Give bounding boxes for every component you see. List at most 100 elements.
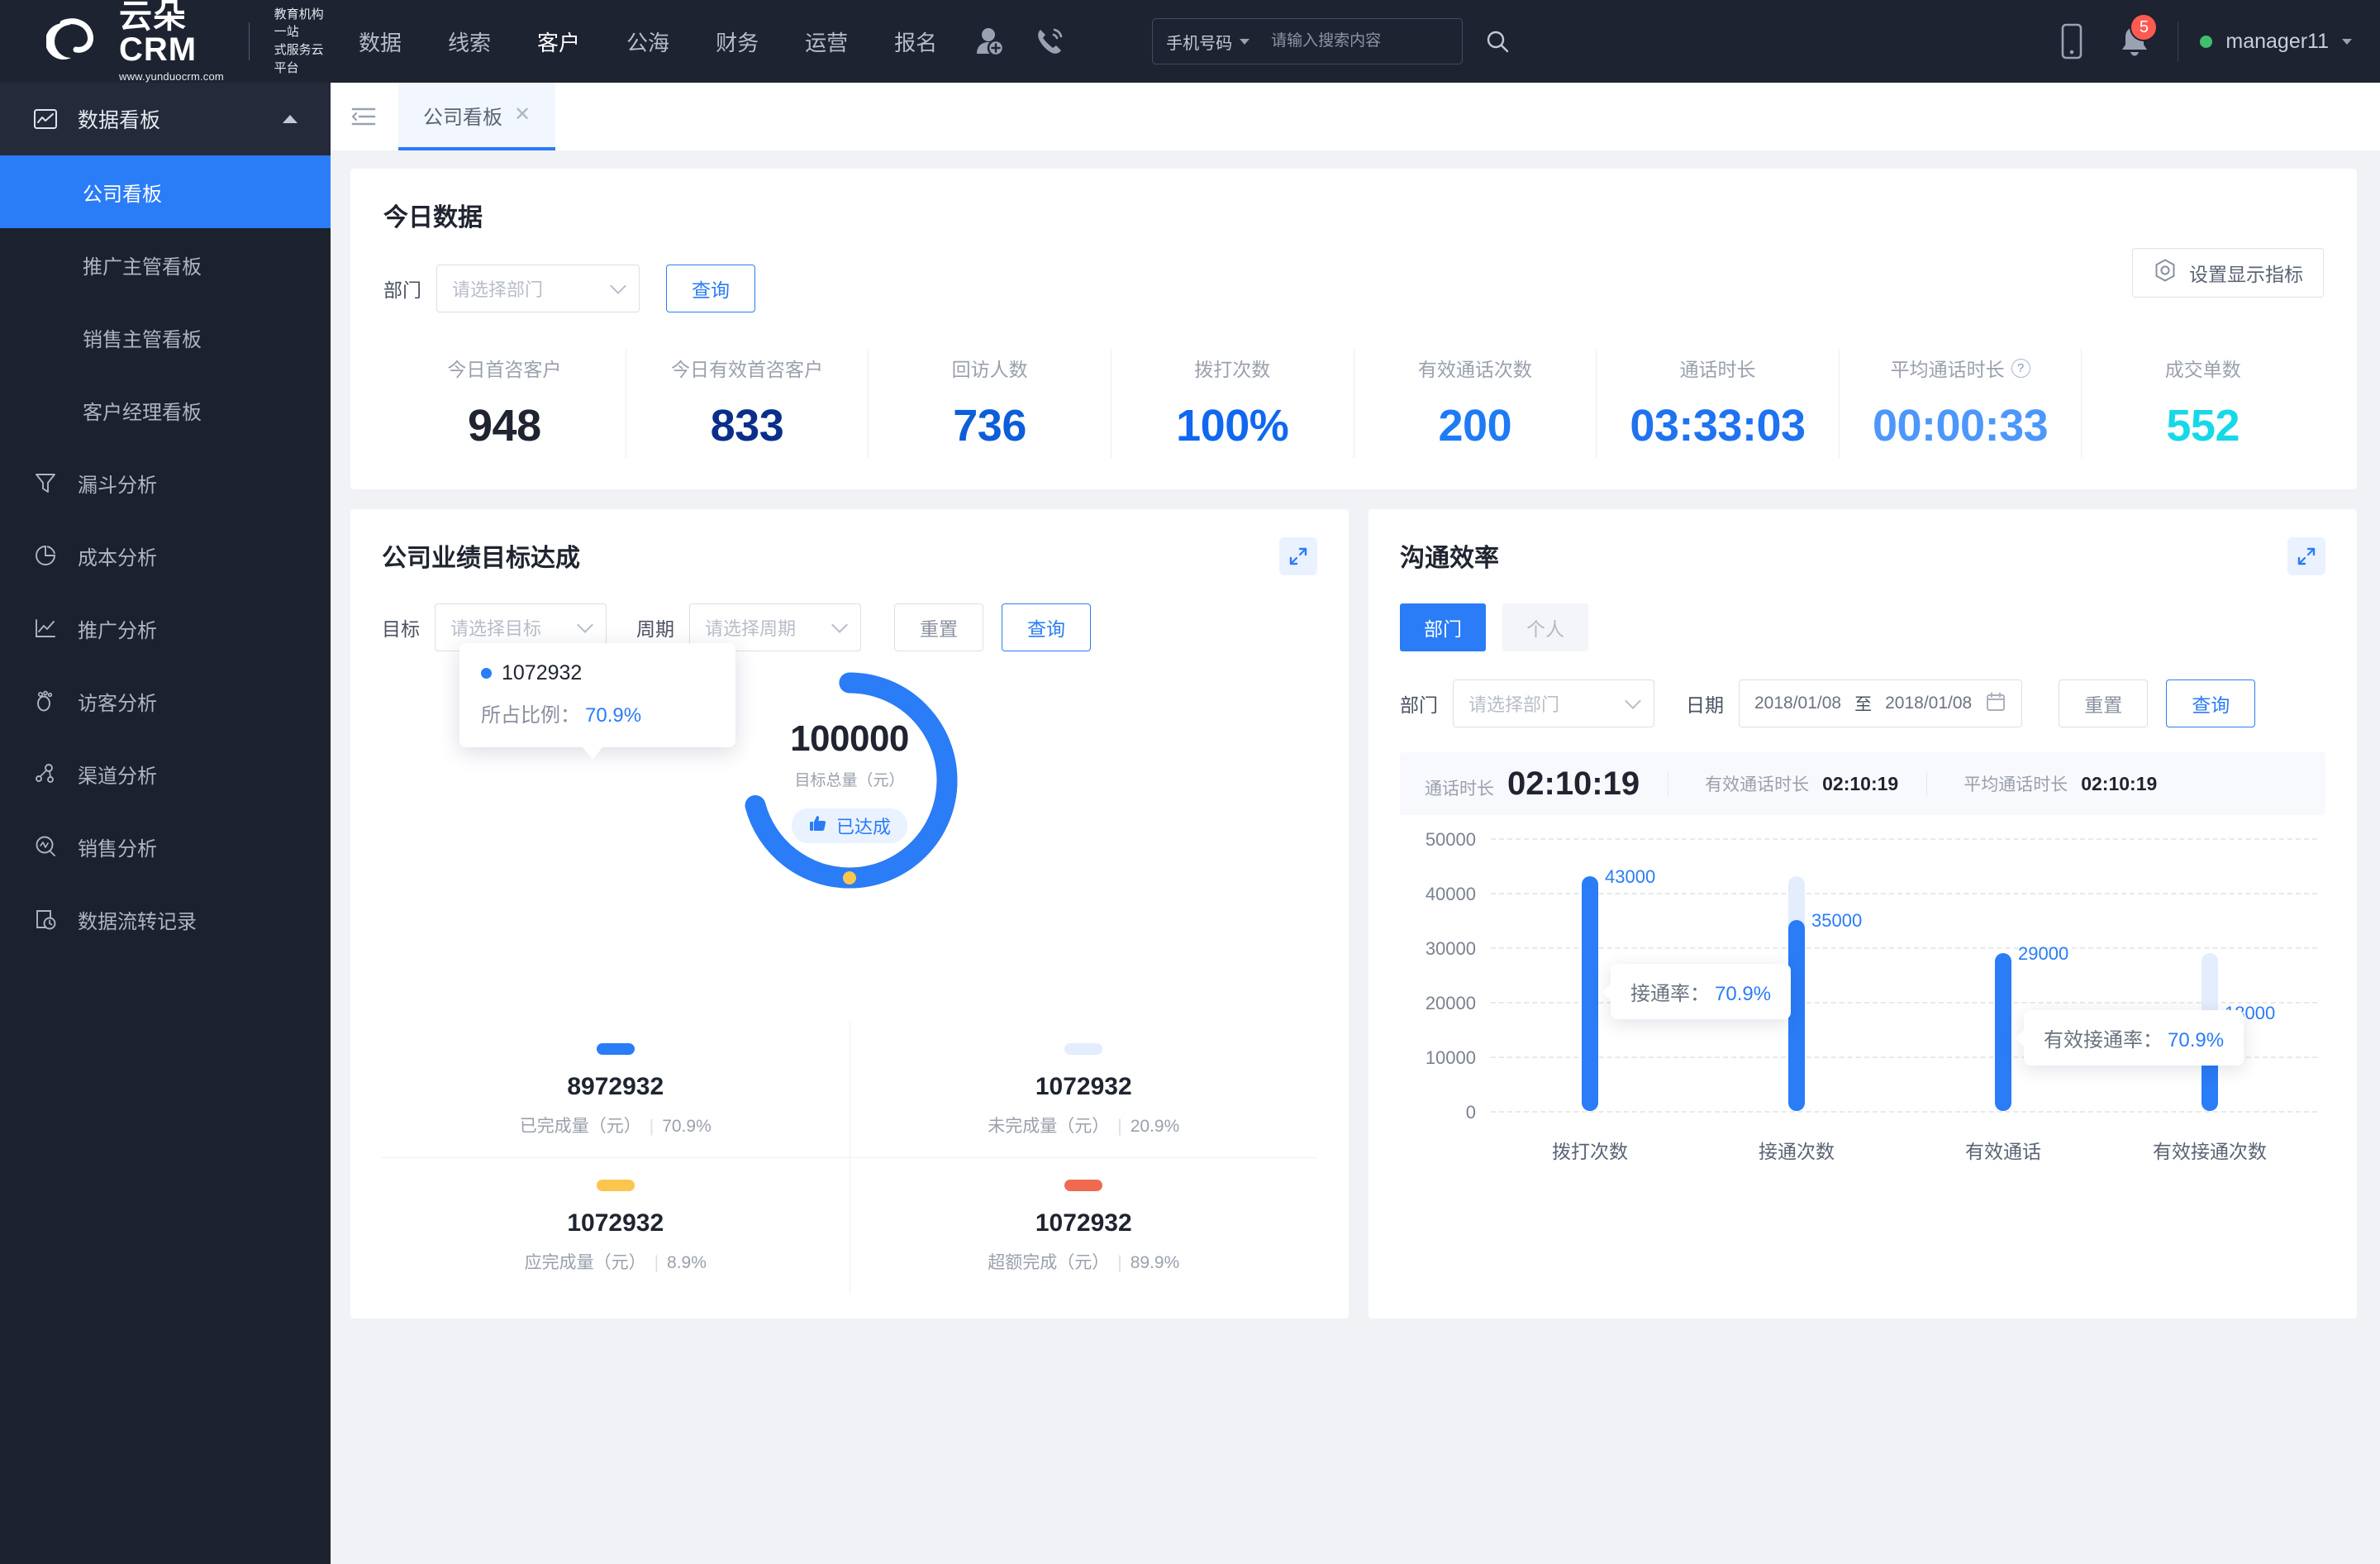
chevron-down-icon [1240,38,1250,45]
bar-value-label: 43000 [1605,866,1656,887]
sidebar-group-dashboard[interactable]: 数据看板 [0,83,331,155]
kpi-label: 通话时长 [1679,359,1756,380]
kpi-value: 833 [710,401,784,451]
notification-badge: 5 [2130,13,2159,41]
tab-company-board[interactable]: 公司看板 ✕ [398,83,556,150]
chevron-down-icon [831,617,848,633]
panels-row: 公司业绩目标达成 目标 请选择目标 周期 请选择周期 重置 查询 100000 … [350,509,2357,1318]
brand-url: www.yunduocrm.com [119,70,224,83]
legend-color-swatch [596,1043,635,1055]
collapse-menu-icon[interactable] [339,83,388,150]
period-select-value: 请选择周期 [705,618,797,639]
mobile-phone-icon[interactable] [2040,0,2103,83]
kpi-label: 今日有效首咨客户 [670,359,823,380]
date-range-picker[interactable]: 2018/01/08 至 2018/01/08 [1739,679,2023,727]
date-end-value: 2018/01/08 [1885,694,1973,713]
reset-button[interactable]: 重置 [2059,679,2149,727]
goal-total-value: 100000 [790,718,909,759]
online-status-dot [2200,35,2213,48]
dept-select[interactable]: 请选择部门 [1453,679,1654,727]
legend-value: 8972932 [567,1073,664,1100]
kpi-first-consult: 今日首咨客户 948 [383,349,626,458]
nav-item-enrollment[interactable]: 报名 [871,0,960,83]
legend-color-swatch [596,1180,635,1191]
help-icon[interactable]: ? [2011,358,2030,378]
phone-call-icon[interactable] [1020,0,1079,83]
goal-panel-header: 公司业绩目标达成 [382,537,1317,575]
goal-panel-title: 公司业绩目标达成 [382,545,580,572]
bar[interactable] [1788,920,1805,1111]
goal-achievement-panel: 公司业绩目标达成 目标 请选择目标 周期 请选择周期 重置 查询 100000 … [350,509,1349,1318]
stat-avg-call-duration: 平均通话时长 02:10:19 [1926,771,2185,796]
expand-icon[interactable] [2287,537,2325,575]
top-navigation: 数据 线索 客户 公海 财务 运营 报名 [336,0,1079,83]
call-stats-strip: 通话时长 02:10:19 有效通话时长 02:10:19 平均通话时长 02:… [1400,752,2325,815]
legend-value: 1072932 [567,1209,664,1237]
tooltip-tail [582,746,603,760]
stat-call-duration: 通话时长 02:10:19 [1425,765,1668,803]
legend-color-swatch [1064,1180,1103,1191]
username-label: manager11 [2225,29,2329,53]
cloud-logo-icon [45,18,107,64]
x-tick-label: 有效通话 [1965,1141,2041,1162]
kpi-value: 200 [1438,401,1512,451]
sidebar-item-promotion-manager-board[interactable]: 推广主管看板 [0,228,331,301]
expand-icon[interactable] [1279,537,1317,575]
sidebar-item-data-flow-records[interactable]: 数据流转记录 [0,883,331,956]
tooltip-ratio-value: 70.9% [585,704,642,727]
nav-item-operations[interactable]: 运营 [782,0,871,83]
dept-select[interactable]: 请选择部门 [436,265,640,312]
sidebar-item-visitor-analysis[interactable]: 访客分析 [0,665,331,737]
kpi-call-duration: 通话时长 03:33:03 [1597,349,1840,458]
notification-bell-icon[interactable]: 5 [2103,0,2166,83]
search-type-dropdown[interactable]: 手机号码 [1153,30,1259,54]
search-icon[interactable] [1482,29,1523,54]
legend-item-completed: 8972932 已完成量（元） | 70.9% [382,1022,850,1157]
sidebar-item-funnel-analysis[interactable]: 漏斗分析 [0,446,331,519]
chevron-down-icon [577,617,593,633]
donut-center-labels: 100000 目标总量（元） 已达成 [726,656,973,904]
nav-item-public-pool[interactable]: 公海 [603,0,693,83]
nav-item-leads[interactable]: 线索 [425,0,514,83]
tab-individual[interactable]: 个人 [1502,603,1588,651]
query-button[interactable]: 查询 [666,265,755,312]
nav-item-data[interactable]: 数据 [336,0,425,83]
tab-bar: 公司看板 ✕ [331,83,2380,150]
query-button[interactable]: 查询 [1002,603,1091,651]
nav-item-finance[interactable]: 财务 [693,0,782,83]
sidebar-item-company-board[interactable]: 公司看板 [0,155,331,228]
search-input[interactable] [1259,32,1483,50]
legend-desc: 已完成量（元） | 70.9% [519,1117,712,1136]
sidebar-item-sales-analysis[interactable]: 销售分析 [0,810,331,883]
gridline: 50000 [1426,829,2317,850]
chevron-down-icon [1625,693,1641,709]
sidebar-item-promotion-analysis[interactable]: 推广分析 [0,592,331,665]
settings-metrics-button[interactable]: 设置显示指标 [2132,248,2324,298]
legend-pct: 89.9% [1130,1253,1180,1272]
close-icon[interactable]: ✕ [514,105,531,125]
legend-item-expected: 1072932 应完成量（元） | 8.9% [382,1158,850,1294]
kpi-label: 平均通话时长 ? [1891,354,2030,382]
connect-rate-tooltip: 接通率： 70.9% [1602,964,1792,1019]
legend-desc: 未完成量（元） | 20.9% [988,1117,1180,1136]
brand-logo[interactable]: 云朵CRM www.yunduocrm.com 教育机构一站 式服务云平台 [0,0,331,83]
y-tick-label: 0 [1465,1102,1476,1123]
calendar-icon [1985,691,2006,717]
dept-select-value: 请选择部门 [1468,694,1560,715]
x-tick-label: 有效接通次数 [2153,1141,2267,1162]
reset-button[interactable]: 重置 [894,603,983,651]
add-user-icon[interactable] [960,0,1020,83]
sidebar-item-channel-analysis[interactable]: 渠道分析 [0,737,331,810]
query-button[interactable]: 查询 [2166,679,2256,727]
bar[interactable] [1582,876,1598,1111]
sidebar-item-sales-manager-board[interactable]: 销售主管看板 [0,301,331,374]
bar[interactable] [1995,953,2011,1111]
sidebar-item-cost-analysis[interactable]: 成本分析 [0,519,331,592]
kpi-value: 552 [2166,401,2240,451]
sidebar-item-account-manager-board[interactable]: 客户经理看板 [0,374,331,446]
user-menu[interactable]: manager11 [2200,30,2352,54]
tab-department[interactable]: 部门 [1400,603,1486,651]
nav-item-customers[interactable]: 客户 [514,0,603,83]
kpi-label: 有效通话次数 [1417,359,1532,380]
brand-tagline-line1: 教育机构一站 [274,7,324,40]
